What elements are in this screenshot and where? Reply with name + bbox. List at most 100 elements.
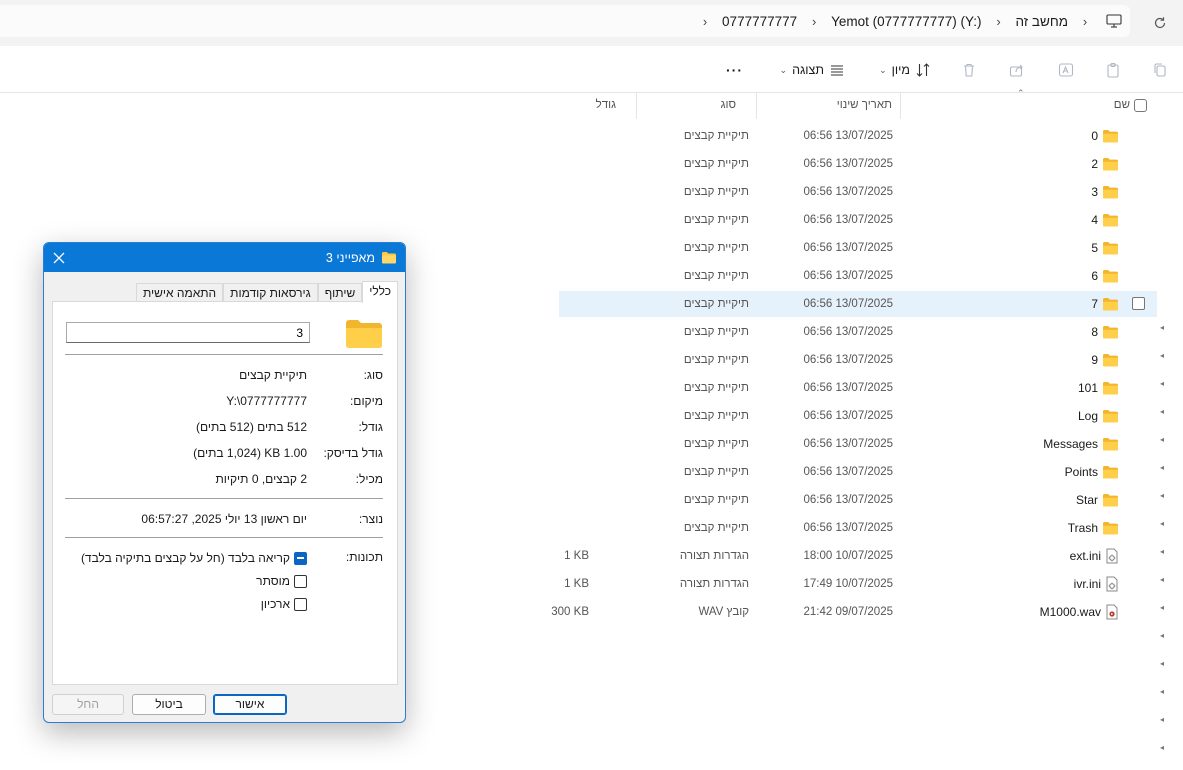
chevron-left-icon[interactable]: ‹ [1077, 14, 1093, 29]
scroll-arrow-icon: ◂ [1159, 715, 1164, 724]
file-name-cell[interactable]: 0 [1091, 123, 1119, 149]
file-name-cell[interactable]: ext.ini [1070, 543, 1119, 569]
tab-general[interactable]: כללי [362, 281, 398, 303]
file-type: תיקיית קבצים [683, 382, 749, 394]
file-name-cell[interactable]: Messages [1043, 431, 1119, 457]
file-name-cell[interactable]: Trash [1068, 515, 1119, 541]
crumb-label[interactable]: מחשב זה [1014, 14, 1071, 29]
scroll-arrow-icon: ◂ [1159, 519, 1164, 528]
crumb-label[interactable]: Yemot (0777777777) (Y:) [829, 14, 983, 29]
hidden-checkbox[interactable] [294, 574, 307, 588]
table-row[interactable]: 9 13/07/2025 06:56 תיקיית קבצים [559, 347, 1157, 373]
share-button[interactable] [1004, 58, 1030, 82]
tab-customize[interactable]: התאמה אישית [135, 283, 224, 303]
file-size: 1 KB [564, 578, 589, 590]
tab-sharing[interactable]: שיתוף [317, 283, 363, 303]
scrollbar-track[interactable]: ◂ ◂ ◂ ◂ ◂ ◂ ◂ ◂ ◂ ◂ ◂ ◂ ◂ ◂ ◂ ◂ [1157, 323, 1165, 770]
file-name-cell[interactable]: Log [1078, 403, 1119, 429]
divider [65, 498, 383, 499]
header-type[interactable]: סוג [636, 93, 756, 119]
table-row[interactable]: 2 13/07/2025 06:56 תיקיית קבצים [559, 151, 1157, 177]
divider [65, 354, 383, 355]
file-name-cell[interactable]: Star [1076, 487, 1119, 513]
table-row[interactable]: Messages 13/07/2025 06:56 תיקיית קבצים [559, 431, 1157, 457]
rename-button[interactable] [1053, 58, 1079, 82]
file-name-cell[interactable]: M1000.wav [1040, 599, 1119, 625]
file-name-cell[interactable]: 3 [1091, 179, 1119, 205]
file-name-cell[interactable]: 5 [1091, 235, 1119, 261]
folder-icon [1102, 493, 1119, 507]
folder-name-input[interactable] [66, 322, 310, 343]
view-label: תצוגה [792, 63, 824, 77]
file-name-cell[interactable]: 2 [1091, 151, 1119, 177]
table-row[interactable]: ext.ini 10/07/2025 18:00 הגדרות תצורה 1 KB [559, 543, 1157, 569]
file-list: ⌃ שם תאריך שינוי סוג גודל 0 13/07/2025 06… [551, 88, 1165, 770]
file-name-cell[interactable]: 8 [1091, 319, 1119, 345]
paste-button[interactable] [1100, 58, 1126, 82]
file-name-cell[interactable]: 7 [1091, 291, 1119, 317]
table-row[interactable]: Trash 13/07/2025 06:56 תיקיית קבצים [559, 515, 1157, 541]
folder-icon [1102, 269, 1119, 283]
cancel-button[interactable]: ביטול [132, 694, 206, 715]
crumb-this-pc[interactable]: ‹ מחשב זה [1014, 14, 1101, 29]
modified-date: 13/07/2025 06:56 [803, 522, 893, 534]
crumb-label[interactable]: 0777777777 [720, 14, 799, 29]
file-name-cell[interactable]: 6 [1091, 263, 1119, 289]
table-row[interactable]: 101 13/07/2025 06:56 תיקיית קבצים [559, 375, 1157, 401]
row-checkbox[interactable] [1132, 297, 1145, 310]
delete-button[interactable] [956, 58, 982, 82]
header-date[interactable]: תאריך שינוי [756, 93, 900, 119]
refresh-icon [1154, 17, 1166, 29]
close-button[interactable] [44, 243, 74, 272]
table-row[interactable]: 8 13/07/2025 06:56 תיקיית קבצים [559, 319, 1157, 345]
crumb-drive[interactable]: ‹ Yemot (0777777777) (Y:) [829, 14, 1013, 29]
scroll-arrow-icon: ◂ [1159, 659, 1164, 668]
table-row[interactable]: 5 13/07/2025 06:56 תיקיית קבצים [559, 235, 1157, 261]
tab-previous-versions[interactable]: גירסאות קודמות [223, 283, 318, 303]
attr-read-only[interactable]: קריאה בלבד (חל על קבצים בתיקיה בלבד) [81, 550, 307, 566]
refresh-button[interactable] [1149, 12, 1171, 34]
table-row[interactable]: 7 13/07/2025 06:56 תיקיית קבצים [559, 291, 1157, 317]
ok-button[interactable]: אישור [213, 694, 287, 715]
table-row[interactable]: 6 13/07/2025 06:56 תיקיית קבצים [559, 263, 1157, 289]
file-name: 8 [1091, 325, 1098, 339]
attr-archive[interactable]: ארכיון [261, 596, 307, 612]
table-row[interactable]: 0 13/07/2025 06:56 תיקיית קבצים [559, 123, 1157, 149]
file-name-cell[interactable]: 9 [1091, 347, 1119, 373]
table-row[interactable]: 4 13/07/2025 06:56 תיקיית קבצים [559, 207, 1157, 233]
file-name-cell[interactable]: ivr.ini [1074, 571, 1119, 597]
address-bar[interactable]: ‹ מחשב זה ‹ Yemot (0777777777) (Y:) ‹ 07… [0, 5, 1130, 37]
file-name-cell[interactable]: 4 [1091, 207, 1119, 233]
prop-value: 1.00 KB (1,024 בתים) [193, 446, 307, 460]
table-row[interactable]: M1000.wav 09/07/2025 21:42 קובץ WAV 300 KB [551, 599, 1157, 625]
table-row[interactable]: Log 13/07/2025 06:56 תיקיית קבצים [559, 403, 1157, 429]
read-only-checkbox[interactable] [294, 551, 307, 565]
archive-checkbox[interactable] [294, 597, 307, 611]
table-row[interactable]: 3 13/07/2025 06:56 תיקיית קבצים [559, 179, 1157, 205]
crumb-folder[interactable]: ‹ 0777777777 [720, 14, 829, 29]
crumb-overflow[interactable]: ‹ [690, 14, 720, 29]
prop-value: תיקיית קבצים [239, 368, 307, 382]
table-row[interactable]: Points 13/07/2025 06:56 תיקיית קבצים [559, 459, 1157, 485]
copy-button[interactable] [1147, 58, 1173, 82]
apply-button[interactable]: החל [52, 694, 124, 715]
dialog-titlebar[interactable]: מאפייני 3 [44, 243, 405, 272]
chevron-left-icon[interactable]: ‹ [991, 14, 1007, 29]
table-row[interactable]: ivr.ini 10/07/2025 17:49 הגדרות תצורה 1 KB [559, 571, 1157, 597]
chevron-left-icon[interactable]: ‹ [806, 14, 822, 29]
file-name-cell[interactable]: 101 [1078, 375, 1119, 401]
header-size[interactable]: גודל [555, 93, 636, 119]
chevron-left-icon[interactable]: ‹ [697, 14, 713, 29]
this-pc-icon[interactable] [1106, 14, 1122, 28]
scroll-arrow-icon: ◂ [1159, 743, 1164, 752]
table-row[interactable]: Star 13/07/2025 06:56 תיקיית קבצים [559, 487, 1157, 513]
view-button[interactable]: תצוגה ⌄ [780, 58, 845, 82]
sort-button[interactable]: מיון ⌄ [879, 58, 931, 82]
attr-hidden[interactable]: מוסתר [256, 573, 307, 589]
dialog-tabs: כללי שיתוף גירסאות קודמות התאמה אישית [135, 281, 398, 303]
file-name: Star [1075, 493, 1098, 507]
file-name-cell[interactable]: Points [1065, 459, 1119, 485]
trash-icon [964, 63, 974, 77]
more-options-button[interactable]: ··· [726, 58, 743, 82]
header-name[interactable]: שם [900, 93, 1165, 119]
